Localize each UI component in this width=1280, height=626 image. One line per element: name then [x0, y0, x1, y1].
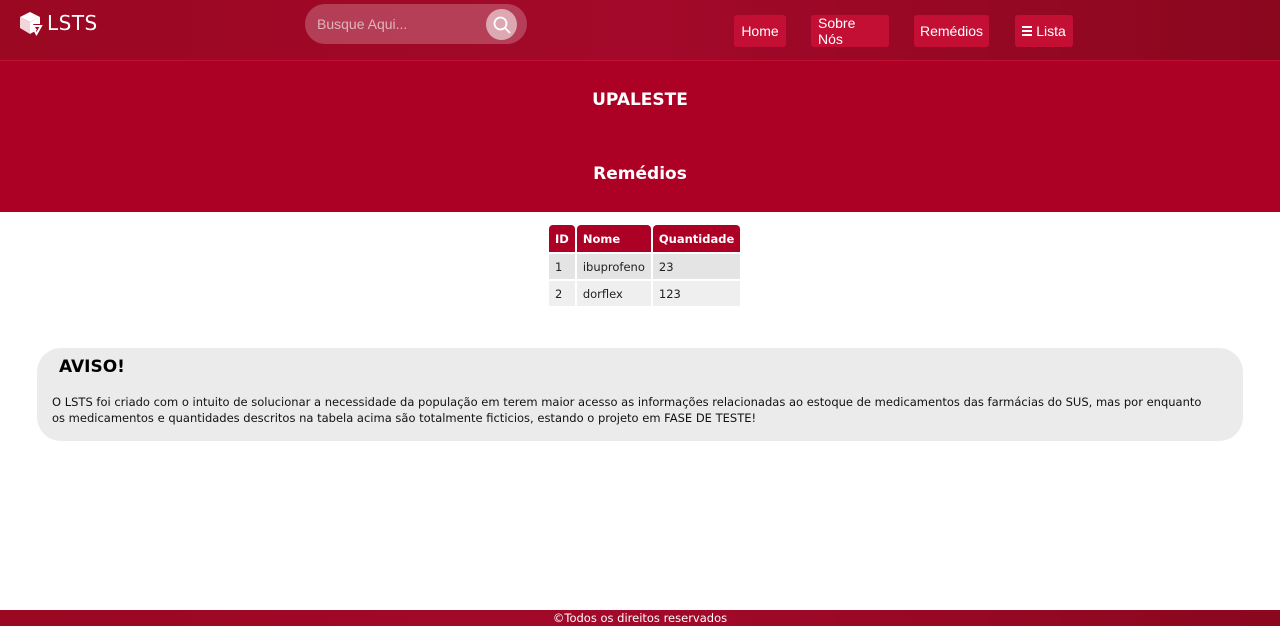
- logo-text: LSTS: [47, 11, 98, 35]
- cell-quantidade: 23: [652, 252, 741, 279]
- medicine-table-container: ID Nome Quantidade 1 ibuprofeno 23 2 dor…: [549, 225, 742, 306]
- medicine-table: ID Nome Quantidade 1 ibuprofeno 23 2 dor…: [547, 225, 742, 306]
- cell-nome: dorflex: [576, 279, 651, 306]
- top-navbar: LSTS Home Sobre Nós Remédios Lista: [0, 0, 1280, 61]
- cell-id: 1: [549, 252, 575, 279]
- search-button[interactable]: [486, 9, 517, 40]
- cell-quantidade: 123: [652, 279, 741, 306]
- nav-lista-button[interactable]: Lista: [1015, 15, 1073, 47]
- cell-nome: ibuprofeno: [576, 252, 651, 279]
- hero-subtitle: Remédios: [593, 164, 687, 184]
- hero-banner: UPALESTE Remédios: [0, 61, 1280, 212]
- footer: ©Todos os direitos reservados: [0, 610, 1280, 626]
- search-input[interactable]: [305, 4, 475, 44]
- site-logo[interactable]: LSTS: [17, 10, 98, 36]
- table-header-row: ID Nome Quantidade: [549, 225, 741, 252]
- table-row: 1 ibuprofeno 23: [549, 252, 741, 279]
- nav-remedios-button[interactable]: Remédios: [914, 15, 989, 47]
- warning-title: AVISO!: [59, 357, 125, 377]
- warning-box: AVISO! O LSTS foi criado com o intuito d…: [37, 348, 1243, 441]
- table-row: 2 dorflex 123: [549, 279, 741, 306]
- warning-text: O LSTS foi criado com o intuito de soluc…: [52, 395, 1202, 425]
- nav-lista-label: Lista: [1036, 23, 1066, 39]
- cell-id: 2: [549, 279, 575, 306]
- search-bar: [305, 4, 527, 44]
- hamburger-menu-icon: [1022, 26, 1033, 36]
- hero-title: UPALESTE: [592, 90, 688, 110]
- footer-text: ©Todos os direitos reservados: [552, 611, 728, 625]
- nav-home-button[interactable]: Home: [734, 15, 786, 47]
- search-icon: [493, 16, 510, 33]
- column-header-quantidade: Quantidade: [652, 225, 741, 252]
- cube-logo-icon: [20, 12, 43, 36]
- column-header-id: ID: [549, 225, 575, 252]
- nav-sobre-button[interactable]: Sobre Nós: [811, 15, 889, 47]
- column-header-nome: Nome: [576, 225, 651, 252]
